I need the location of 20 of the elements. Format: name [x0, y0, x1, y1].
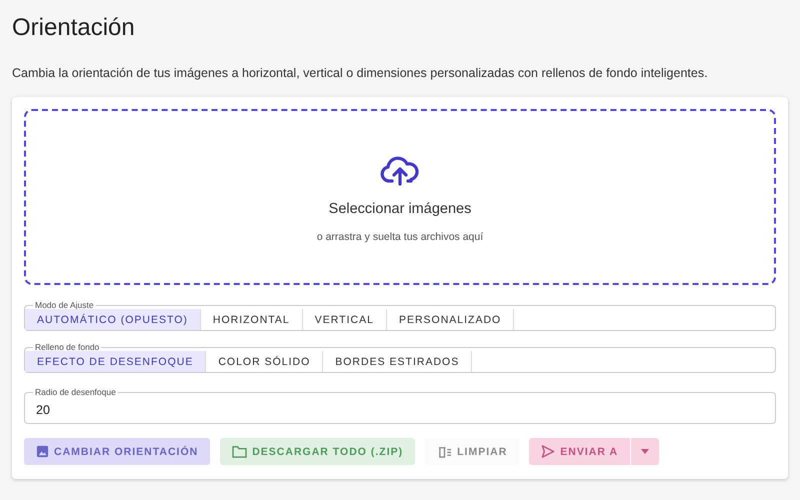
group-label: Modo de Ajuste	[34, 301, 95, 309]
button-label: DESCARGAR TODO (.ZIP)	[252, 446, 404, 458]
dropzone[interactable]: Seleccionar imágenes o arrastra y suelta tus archivos aquí	[24, 109, 776, 285]
upload-cloud-icon	[380, 155, 420, 187]
toggle-option[interactable]: AUTOMÁTICO (OPUESTO)	[25, 309, 201, 330]
dropzone-title: Seleccionar imágenes	[328, 201, 472, 217]
caret-icon	[641, 449, 650, 454]
send-icon	[541, 445, 556, 458]
page-title: Orientación	[12, 13, 136, 43]
button-label: LIMPIAR	[457, 446, 508, 458]
field-label: Radio de desenfoque	[33, 387, 118, 397]
button-label: ENVIAR A	[560, 446, 618, 458]
trash-icon	[437, 445, 452, 458]
toggle-option[interactable]: EFECTO DE DESENFOQUE	[25, 351, 206, 372]
button-label: CAMBIAR ORIENTACIÓN	[54, 446, 198, 458]
image-icon	[36, 445, 49, 458]
dropzone-hint: o arrastra y suelta tus archivos aquí	[316, 231, 484, 243]
group-label: Relleno de fondo	[34, 343, 100, 351]
page-description: Cambia la orientación de tus imágenes a horizontal, vertical o dimensiones personalizadas con rellenos de fondo inteligentes.	[12, 66, 709, 80]
folder-icon	[232, 445, 248, 458]
